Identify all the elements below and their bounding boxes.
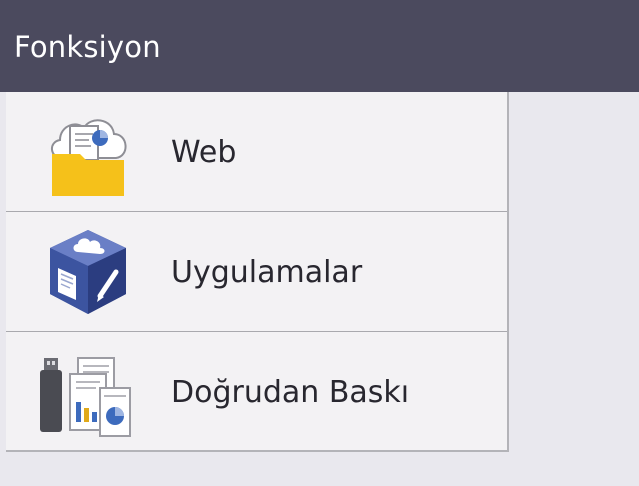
apps-cube-icon (50, 230, 126, 314)
screen: Fonksiyon Web Uygulamalar Doğrudan Baskı (0, 0, 639, 486)
menu-item-label: Uygulamalar (171, 255, 363, 290)
direct-print-usb-icon (40, 357, 131, 437)
function-menu: Web Uygulamalar Doğrudan Baskı (6, 92, 509, 452)
menu-item-web[interactable]: Web (6, 92, 507, 212)
web-folder-cloud-icon (51, 119, 127, 196)
menu-item-label: Doğrudan Baskı (171, 375, 410, 410)
menu-item-label: Web (171, 135, 237, 170)
page-title: Fonksiyon (14, 30, 161, 64)
menu-item-direct-print[interactable]: Doğrudan Baskı (6, 332, 507, 452)
title-bar: Fonksiyon (0, 0, 639, 92)
menu-item-apps[interactable]: Uygulamalar (6, 212, 507, 332)
